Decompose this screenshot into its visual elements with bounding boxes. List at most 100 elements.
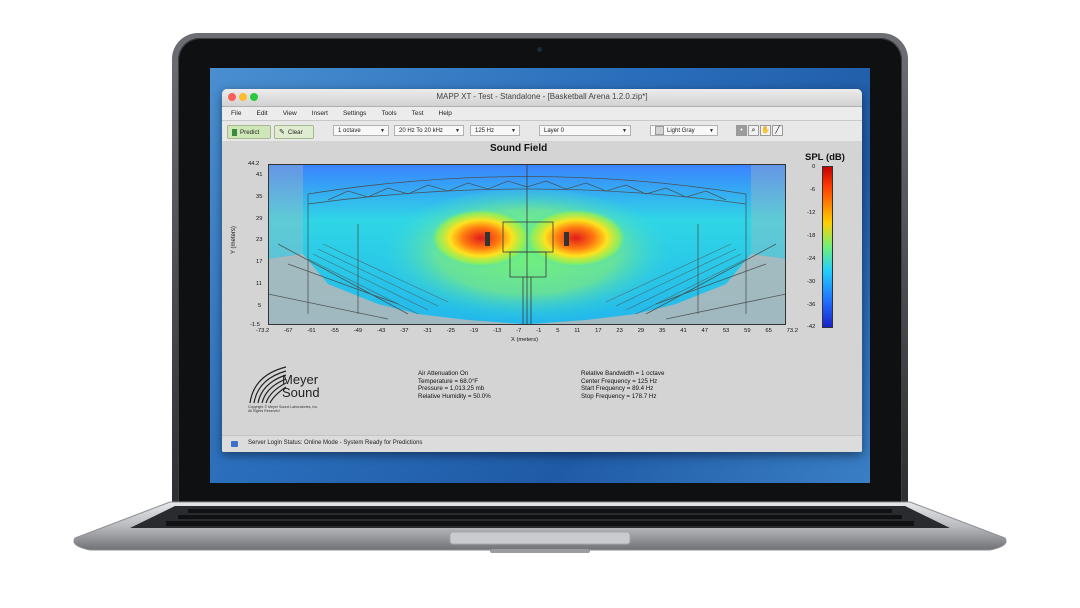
chevron-down-icon: ▼ xyxy=(622,128,627,134)
chevron-down-icon: ▼ xyxy=(709,128,714,134)
title-bar: MAPP XT - Test - Standalone - [Basketbal… xyxy=(222,89,862,107)
range-value: 20 Hz To 20 kHz xyxy=(399,127,443,134)
y-tick: 44.2 xyxy=(248,161,260,167)
x-tick: 5 xyxy=(556,328,560,334)
x-tick: -31 xyxy=(423,328,432,334)
x-tick: -7 xyxy=(516,328,522,334)
menu-insert[interactable]: Insert xyxy=(312,110,328,117)
x-axis-label: X (meters) xyxy=(511,337,539,343)
chevron-down-icon: ▼ xyxy=(455,128,460,134)
frequency-value: 125 Hz xyxy=(475,127,495,134)
y-axis-label: Y (meters) xyxy=(231,226,237,254)
line-tool-icon[interactable]: ╱ xyxy=(772,125,783,136)
x-tick: 17 xyxy=(595,328,602,334)
y-tick: 41 xyxy=(256,172,263,178)
colorbar xyxy=(822,166,833,328)
relative-humidity: Relative Humidity = 50.0% xyxy=(418,392,491,400)
menu-view[interactable]: View xyxy=(283,110,297,117)
predict-icon xyxy=(232,128,237,136)
prediction-pane: Sound Field SPL (dB) 44.2 41 35 29 23 17… xyxy=(222,141,862,452)
x-tick: 47 xyxy=(701,328,708,334)
air-attenuation: Air Attenuation On xyxy=(418,370,469,377)
x-tick: -49 xyxy=(353,328,363,334)
app-window: MAPP XT - Test - Standalone - [Basketbal… xyxy=(222,89,862,452)
brand-name-line2: Sound xyxy=(282,385,320,400)
x-tick: -61 xyxy=(307,328,316,334)
bandwidth-select[interactable]: 1 octave ▼ xyxy=(333,125,389,136)
menu-settings[interactable]: Settings xyxy=(343,110,367,117)
colorbar-tick: -36 xyxy=(807,302,816,308)
colorbar-tick: -18 xyxy=(807,233,816,239)
predict-button[interactable]: Predict xyxy=(227,125,271,139)
layer-select[interactable]: Layer 0 ▼ xyxy=(539,125,631,136)
color-select[interactable]: Light Gray ▼ xyxy=(650,125,718,136)
y-tick: 23 xyxy=(256,237,263,243)
status-text: Server Login Status: Online Mode - Syste… xyxy=(248,440,423,446)
window-title: MAPP XT - Test - Standalone - [Basketbal… xyxy=(436,92,648,101)
menu-edit[interactable]: Edit xyxy=(256,110,267,117)
layer-value: Layer 0 xyxy=(544,127,565,134)
x-tick: 65 xyxy=(765,328,772,334)
toolbar: Predict ✎ Clear 1 octave ▼ 20 Hz To 20 kH… xyxy=(222,121,862,142)
menu-help[interactable]: Help xyxy=(439,110,452,117)
pan-tool-icon[interactable]: ✋ xyxy=(760,125,771,136)
menu-bar: File Edit View Insert Settings Tools Tes… xyxy=(222,107,862,121)
range-select[interactable]: 20 Hz To 20 kHz ▼ xyxy=(394,125,464,136)
y-tick: 11 xyxy=(256,281,263,287)
clear-button[interactable]: ✎ Clear xyxy=(274,125,314,139)
pressure: Pressure = 1,013.25 mb xyxy=(418,385,485,393)
menu-test[interactable]: Test xyxy=(412,110,424,117)
x-tick: 59 xyxy=(744,328,751,334)
colorbar-tick: -12 xyxy=(807,210,816,216)
start-frequency: Start Frequency = 89.4 Hz xyxy=(581,385,654,393)
color-swatch-icon xyxy=(655,126,664,135)
y-tick: 17 xyxy=(256,259,263,265)
colorbar-tick: -6 xyxy=(810,187,816,193)
chevron-down-icon: ▼ xyxy=(511,128,516,134)
x-tick-row: -73.2 -67 -61 -55 -49 -43 -37 -31 -25 -1… xyxy=(256,328,798,334)
zoom-tool-icon[interactable]: ⌕ xyxy=(748,125,759,136)
menu-file[interactable]: File xyxy=(231,110,241,117)
y-tick: 35 xyxy=(256,194,263,200)
colorbar-tick: -30 xyxy=(807,279,816,285)
x-tick: 53 xyxy=(722,328,730,334)
speaker-right xyxy=(564,232,569,246)
stop-frequency: Stop Frequency = 178.7 Hz xyxy=(581,392,657,400)
x-tick: 35 xyxy=(658,328,666,334)
colorbar-title: SPL (dB) xyxy=(805,152,845,163)
speaker-left xyxy=(485,232,490,246)
server-status-icon xyxy=(231,441,238,447)
pointer-tool-icon[interactable]: • xyxy=(736,125,747,136)
status-bar: Server Login Status: Online Mode - Syste… xyxy=(222,435,862,452)
x-tick: 41 xyxy=(680,328,687,334)
x-tick: 11 xyxy=(574,328,581,334)
laptop-base xyxy=(73,501,1007,553)
x-tick: 29 xyxy=(637,328,645,334)
x-tick: -25 xyxy=(446,328,455,334)
center-frequency: Center Frequency = 125 Hz xyxy=(581,377,658,385)
frequency-info: Relative Bandwidth = 1 octave Center Fre… xyxy=(581,370,664,400)
color-value: Light Gray xyxy=(667,127,695,134)
x-tick: -55 xyxy=(330,328,339,334)
plot-title: Sound Field xyxy=(490,143,548,154)
x-tick: -1 xyxy=(536,328,542,334)
colorbar-tick: 0 xyxy=(812,164,816,170)
x-tick: 23 xyxy=(616,328,623,334)
chevron-down-icon: ▼ xyxy=(380,128,385,134)
x-tick: -37 xyxy=(400,328,409,334)
colorbar-tick: -24 xyxy=(807,256,816,262)
atmosphere-info: Air Attenuation On Temperature = 68.0°F … xyxy=(418,370,491,400)
copyright-line2: All Rights Reserved xyxy=(248,409,280,413)
temperature: Temperature = 68.0°F xyxy=(418,377,479,385)
menu-tools[interactable]: Tools xyxy=(381,110,396,117)
x-tick: 73.2 xyxy=(786,328,798,334)
camera-icon xyxy=(537,47,542,52)
sound-field-map[interactable] xyxy=(268,164,786,325)
colorbar-tick: -42 xyxy=(807,324,816,330)
x-tick: -13 xyxy=(493,328,502,334)
x-tick: -73.2 xyxy=(256,328,270,334)
y-tick: 29 xyxy=(256,216,263,222)
frequency-select[interactable]: 125 Hz ▼ xyxy=(470,125,520,136)
x-tick: -43 xyxy=(376,328,386,334)
x-tick: -19 xyxy=(469,328,479,334)
